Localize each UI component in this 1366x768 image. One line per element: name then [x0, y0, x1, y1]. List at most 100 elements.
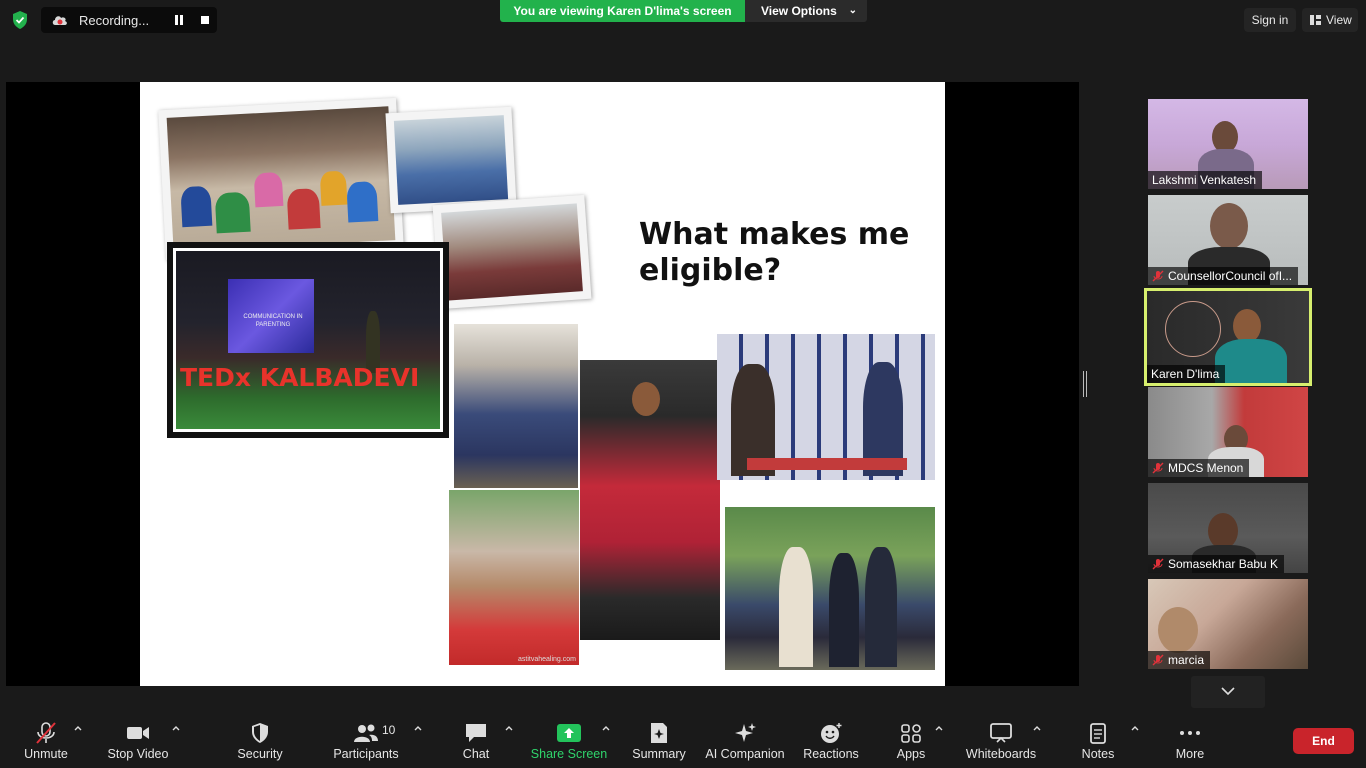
photo-speaker-podium	[580, 360, 720, 640]
notes-label: Notes	[1081, 747, 1115, 761]
sparkle-icon	[735, 723, 756, 742]
participants-count: 10	[382, 723, 396, 737]
chat-button[interactable]: Chat	[456, 712, 496, 768]
share-screen-icon	[557, 724, 581, 742]
muted-mic-icon	[1152, 558, 1164, 570]
projected-text: COMMUNICATION IN PARENTING	[243, 314, 303, 328]
video-tile[interactable]: MDCS Menon	[1148, 387, 1308, 477]
stop-video-label: Stop Video	[107, 747, 169, 761]
video-tile[interactable]: Somasekhar Babu K	[1148, 483, 1308, 573]
participant-name: Somasekhar Babu K	[1148, 555, 1285, 573]
photo-tedx-stage: COMMUNICATION IN PARENTING TEDx KALBADEV…	[167, 242, 449, 438]
top-bar: Recording... You are viewing Karen D'lim…	[0, 0, 1366, 40]
more-label: More	[1175, 747, 1205, 761]
shared-screen[interactable]: COMMUNICATION IN PARENTING TEDx KALBADEV…	[6, 82, 1079, 686]
participants-label: Participants	[333, 747, 399, 761]
photo-classroom-circle	[158, 97, 404, 261]
photo-award-handshake	[717, 334, 935, 480]
chevron-up-icon[interactable]	[601, 724, 611, 732]
reactions-label: Reactions	[803, 747, 859, 761]
chevron-up-icon[interactable]	[504, 724, 514, 732]
sign-in-button[interactable]: Sign in	[1244, 8, 1296, 32]
more-dots-icon	[1180, 731, 1200, 735]
view-options-label: View Options	[761, 4, 837, 18]
reactions-icon	[821, 723, 842, 743]
apps-icon	[901, 724, 921, 743]
share-screen-label: Share Screen	[530, 747, 608, 761]
chevron-up-icon[interactable]	[1130, 724, 1140, 732]
unmute-label: Unmute	[24, 747, 68, 761]
end-meeting-button[interactable]: End	[1293, 728, 1354, 754]
active-speaker-tile[interactable]: Karen D'lima	[1144, 288, 1312, 386]
photo-certificate-presentation	[725, 507, 935, 670]
participant-name: marcia	[1148, 651, 1211, 669]
viewing-banner: You are viewing Karen D'lima's screen	[500, 0, 745, 22]
muted-mic-icon	[1152, 654, 1164, 666]
video-tile[interactable]: marcia	[1148, 579, 1308, 669]
view-label: View	[1326, 13, 1352, 27]
recording-indicator: Recording...	[41, 7, 217, 33]
video-tile[interactable]: Lakshmi Venkatesh	[1148, 99, 1308, 189]
security-button[interactable]: Security	[237, 712, 283, 768]
meeting-toolbar: Unmute Stop Video Security 10 Participan…	[0, 712, 1366, 768]
apps-label: Apps	[896, 747, 926, 761]
shield-icon	[252, 723, 268, 743]
grid-view-icon	[1310, 15, 1321, 25]
projection-screen: COMMUNICATION IN PARENTING	[228, 279, 314, 353]
photo-students-certificate	[454, 324, 578, 488]
chevron-down-icon: ⌄	[848, 5, 857, 16]
summary-button[interactable]: Summary	[632, 712, 686, 768]
video-camera-icon	[127, 727, 149, 739]
participant-name: Karen D'lima	[1147, 365, 1226, 383]
share-screen-button[interactable]: Share Screen	[531, 712, 607, 768]
summary-label: Summary	[632, 747, 686, 761]
chevron-up-icon[interactable]	[413, 724, 423, 732]
photo-crowd	[432, 194, 592, 310]
chevron-down-icon	[1221, 687, 1235, 696]
chat-label: Chat	[462, 747, 490, 761]
ai-companion-button[interactable]: AI Companion	[705, 712, 785, 768]
view-options-button[interactable]: View Options ⌄	[745, 0, 867, 22]
video-tile[interactable]: CounsellorCouncil ofI...	[1148, 195, 1308, 285]
reactions-button[interactable]: Reactions	[803, 712, 859, 768]
muted-mic-icon	[36, 722, 56, 744]
stop-recording-icon[interactable]	[201, 16, 209, 24]
chevron-up-icon[interactable]	[73, 724, 83, 732]
notes-button[interactable]: Notes	[1078, 712, 1118, 768]
photo-classroom	[385, 106, 517, 214]
view-button[interactable]: View	[1302, 8, 1358, 32]
ai-companion-label: AI Companion	[705, 747, 785, 761]
whiteboards-label: Whiteboards	[965, 747, 1037, 761]
whiteboard-icon	[990, 723, 1012, 743]
participant-name: MDCS Menon	[1148, 459, 1250, 477]
resize-handle[interactable]	[1083, 371, 1087, 397]
chevron-up-icon[interactable]	[934, 724, 944, 732]
unmute-button[interactable]: Unmute	[24, 712, 68, 768]
tedx-banner: TEDx KALBADEVI	[180, 363, 420, 392]
watermark: astitvahealing.com	[518, 656, 576, 663]
participants-icon	[354, 724, 378, 742]
muted-mic-icon	[1152, 270, 1164, 282]
pause-recording-icon[interactable]	[174, 15, 184, 25]
slide-title: What makes me eligible?	[639, 217, 910, 288]
stop-video-button[interactable]: Stop Video	[108, 712, 168, 768]
more-button[interactable]: More	[1170, 712, 1210, 768]
participants-button[interactable]: 10 Participants	[333, 712, 398, 768]
cloud-record-icon	[52, 16, 67, 25]
participant-name: Lakshmi Venkatesh	[1148, 171, 1263, 189]
notes-icon	[1090, 723, 1106, 744]
presentation-slide: COMMUNICATION IN PARENTING TEDx KALBADEV…	[140, 82, 945, 686]
recording-label: Recording...	[79, 13, 150, 28]
chat-icon	[466, 724, 486, 742]
scroll-down-button[interactable]	[1191, 676, 1265, 708]
muted-mic-icon	[1152, 462, 1164, 474]
photo-award-ceremony: astitvahealing.com	[449, 490, 579, 665]
summary-icon	[651, 723, 667, 743]
apps-button[interactable]: Apps	[891, 712, 931, 768]
chevron-up-icon[interactable]	[171, 724, 181, 732]
participant-name: CounsellorCouncil ofI...	[1148, 267, 1299, 285]
security-label: Security	[237, 747, 283, 761]
whiteboards-button[interactable]: Whiteboards	[966, 712, 1036, 768]
chevron-up-icon[interactable]	[1032, 724, 1042, 732]
shield-check-icon[interactable]	[10, 10, 30, 30]
